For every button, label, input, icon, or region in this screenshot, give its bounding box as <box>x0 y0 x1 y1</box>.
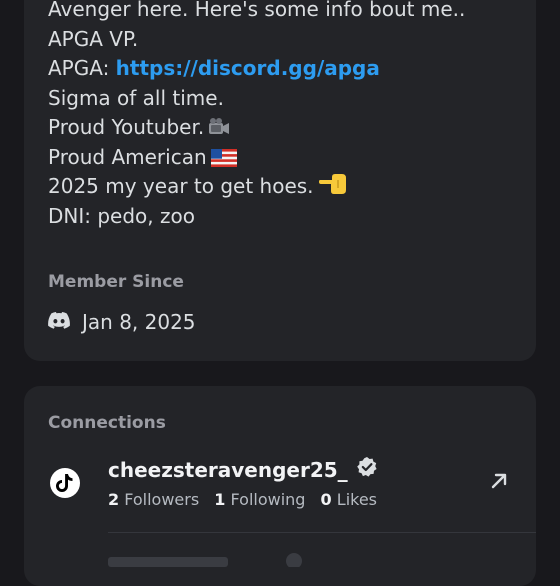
connections-divider <box>108 532 536 533</box>
likes-label: Likes <box>336 490 378 509</box>
connections-title: Connections <box>48 413 166 433</box>
following-label: Following <box>230 490 306 509</box>
bio-line-6: 2025 my year to get hoes. <box>48 172 465 202</box>
verified-badge-icon <box>356 456 378 483</box>
us-flag-icon <box>210 146 237 176</box>
connection-account[interactable]: cheezsteravenger25_ <box>108 456 378 483</box>
about-me-card: Avenger here. Here's some info bout me..… <box>24 0 536 361</box>
bio-line-6-text: 2025 my year to get hoes. <box>48 174 314 198</box>
bio-text: Avenger here. Here's some info bout me..… <box>48 0 465 231</box>
member-since-date: Jan 8, 2025 <box>82 310 196 334</box>
pointing-hand-icon <box>318 172 348 205</box>
bio-line-3: Sigma of all time. <box>48 85 224 110</box>
next-connection-row[interactable] <box>108 552 308 571</box>
video-camera-icon <box>208 116 230 146</box>
bio-line-1: Avenger here. Here's some info bout me.. <box>48 0 466 21</box>
followers-label: Followers <box>124 490 200 509</box>
likes-count: 0 <box>320 490 332 509</box>
bio-line-apga: APGA: https://discord.gg/apga <box>48 54 465 84</box>
tiktok-icon <box>50 468 80 498</box>
bio-line-4-text: Proud Youtuber. <box>48 115 205 139</box>
bio-line-5: Proud American <box>48 143 465 173</box>
apga-invite-link[interactable]: https://discord.gg/apga <box>116 56 380 80</box>
member-since-title: Member Since <box>48 272 184 292</box>
connections-card: Connections cheezsteravenger25_ 2 Follow… <box>24 386 536 586</box>
following-count: 1 <box>214 490 226 509</box>
followers-count: 2 <box>108 490 120 509</box>
discord-icon <box>48 311 70 333</box>
connection-handle: cheezsteravenger25_ <box>108 457 348 482</box>
bio-line-7: DNI: pedo, zoo <box>48 203 195 228</box>
open-external-icon[interactable] <box>488 470 510 496</box>
bio-line-5-text: Proud American <box>48 144 207 169</box>
bio-line-4: Proud Youtuber. <box>48 113 465 143</box>
member-since-row: Jan 8, 2025 <box>48 310 196 334</box>
apga-prefix: APGA: <box>48 56 116 80</box>
bio-line-2: APGA VP. <box>48 26 139 51</box>
connection-stats: 2 Followers 1 Following 0 Likes <box>108 490 377 509</box>
